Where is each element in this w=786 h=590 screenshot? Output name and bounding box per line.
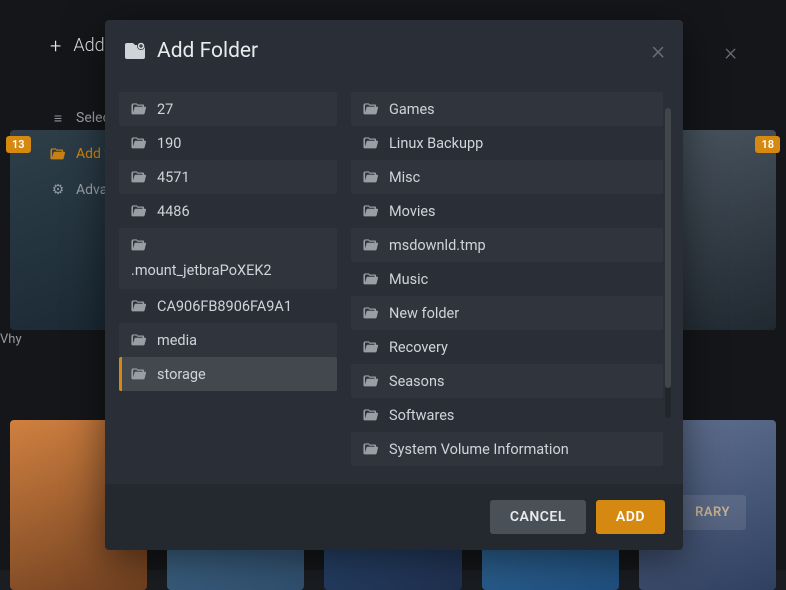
close-icon[interactable]: × (651, 38, 665, 64)
folder-open-icon (363, 238, 379, 252)
folder-open-icon (363, 136, 379, 150)
folder-item[interactable]: media (119, 323, 337, 357)
folder-item[interactable]: System Volume Information (351, 432, 663, 466)
folder-item-label: Seasons (389, 373, 444, 390)
folder-item[interactable]: Music (351, 262, 663, 296)
folder-open-icon (131, 299, 147, 313)
new-folder-icon (125, 41, 147, 61)
folder-open-icon (363, 204, 379, 218)
folder-item-label: 190 (157, 135, 181, 152)
folder-item[interactable]: Misc (351, 160, 663, 194)
dialog-footer: CANCEL ADD (105, 484, 683, 550)
folder-item[interactable] (351, 466, 663, 474)
folder-open-icon (131, 238, 147, 252)
folder-open-icon (131, 136, 147, 150)
scrollbar-thumb[interactable] (665, 108, 671, 388)
folder-item-label: .mount_jetbraPoXEK2 (131, 262, 325, 279)
folder-open-icon (363, 170, 379, 184)
folder-item-label: Misc (389, 169, 420, 186)
folder-open-icon (363, 102, 379, 116)
folder-item[interactable]: Seasons (351, 364, 663, 398)
folder-item[interactable]: CA906FB8906FA9A1 (119, 289, 337, 323)
folder-item-label: 4486 (157, 203, 190, 220)
folder-item[interactable]: New folder (351, 296, 663, 330)
folder-item[interactable]: Recovery (351, 330, 663, 364)
folder-item-label: 4571 (157, 169, 190, 186)
dialog-overlay: Add Folder × 27 190 4571 4486 .mount_jetbraP… (0, 0, 786, 570)
folder-open-icon (131, 333, 147, 347)
add-button[interactable]: ADD (596, 500, 665, 534)
folder-item[interactable]: Linux Backupp (351, 126, 663, 160)
folder-item[interactable]: 4571 (119, 160, 337, 194)
dialog-title-text: Add Folder (157, 39, 258, 63)
folder-open-icon (131, 102, 147, 116)
dialog-title: Add Folder (125, 39, 258, 63)
folder-item-label: Movies (389, 203, 436, 220)
folder-item[interactable]: Softwares (351, 398, 663, 432)
folder-item-label: Softwares (389, 407, 454, 424)
folder-contents-right: Games Linux Backupp Misc Movies msdownld.tmp… (351, 92, 669, 474)
folder-item-label: msdownld.tmp (389, 237, 486, 254)
folder-open-icon (131, 170, 147, 184)
folder-open-icon (363, 374, 379, 388)
folder-item-label: Music (389, 271, 428, 288)
folder-item-label: New folder (389, 305, 459, 322)
folder-item[interactable]: 27 (119, 92, 337, 126)
folder-item[interactable]: .mount_jetbraPoXEK2 (119, 228, 337, 289)
folder-open-icon (363, 442, 379, 456)
folder-open-icon (131, 204, 147, 218)
folder-item-label: 27 (157, 101, 173, 118)
folder-open-icon (363, 408, 379, 422)
folder-item-label: media (157, 332, 197, 349)
folder-item-label: storage (157, 366, 206, 383)
folder-open-icon (363, 272, 379, 286)
folder-item-label: Linux Backupp (389, 135, 483, 152)
folder-item[interactable]: storage (119, 357, 337, 391)
folder-tree-left: 27 190 4571 4486 .mount_jetbraPoXEK2 CA906FB8… (119, 92, 337, 474)
folder-item-label: Games (389, 101, 435, 118)
dialog-header: Add Folder × (105, 20, 683, 82)
folder-open-icon (363, 340, 379, 354)
cancel-button[interactable]: CANCEL (490, 500, 586, 534)
folder-open-icon (363, 306, 379, 320)
folder-item[interactable]: Movies (351, 194, 663, 228)
folder-open-icon (131, 367, 147, 381)
folder-item[interactable]: msdownld.tmp (351, 228, 663, 262)
folder-item-label: System Volume Information (389, 441, 569, 458)
folder-item[interactable]: 190 (119, 126, 337, 160)
folder-item-label: CA906FB8906FA9A1 (157, 298, 292, 315)
add-folder-dialog: Add Folder × 27 190 4571 4486 .mount_jetbraP… (105, 20, 683, 550)
folder-item[interactable]: 4486 (119, 194, 337, 228)
folder-item[interactable]: Games (351, 92, 663, 126)
folder-item-label: Recovery (389, 339, 448, 356)
dialog-body: 27 190 4571 4486 .mount_jetbraPoXEK2 CA906FB8… (105, 82, 683, 484)
scrollbar[interactable] (665, 108, 671, 418)
